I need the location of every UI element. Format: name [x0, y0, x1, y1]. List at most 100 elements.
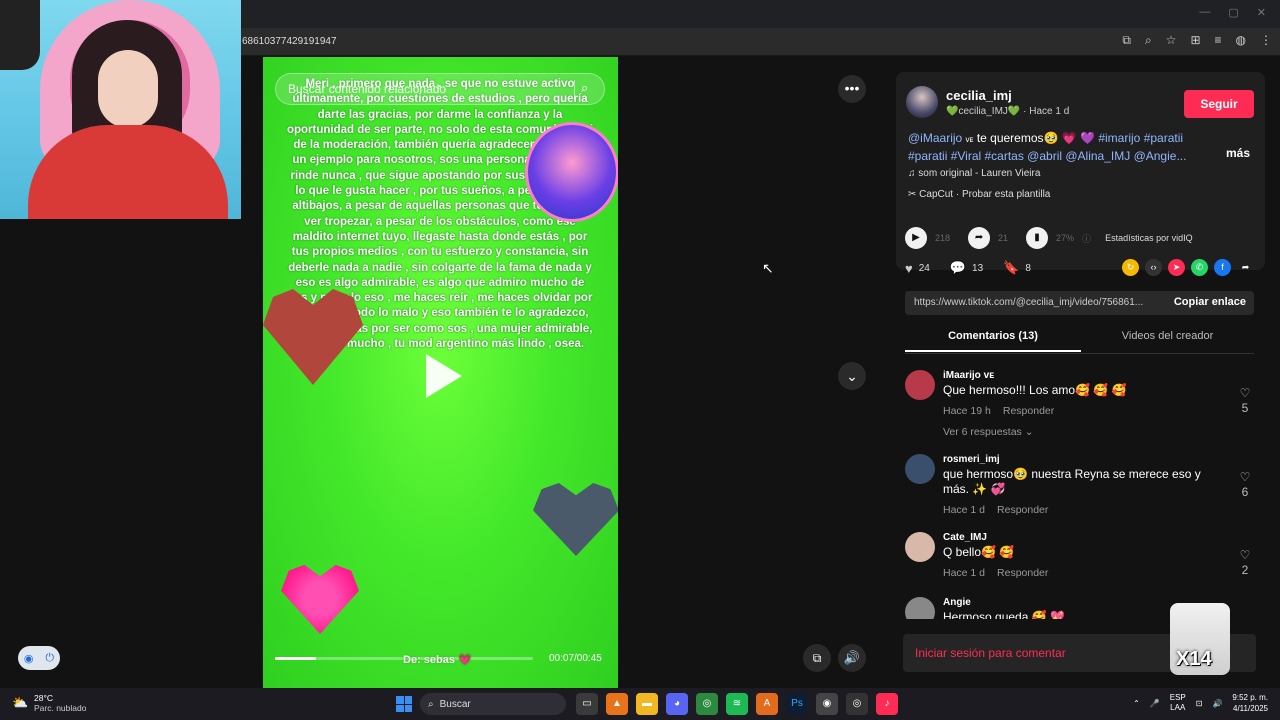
play-icon[interactable] — [426, 354, 462, 398]
reply-button[interactable]: Responder — [997, 567, 1048, 579]
play-count: 218 — [935, 233, 951, 243]
facebook-icon[interactable]: f — [1214, 259, 1231, 276]
tray-chevron-icon[interactable]: ⌃ — [1133, 699, 1140, 708]
comment-meta: Hace 19 h Responder — [943, 405, 1054, 417]
clock-date: 4/11/2025 — [1233, 704, 1268, 713]
app-icon[interactable]: ◉ — [816, 693, 838, 715]
bookmark-icon[interactable]: 🔖 — [1003, 260, 1019, 276]
app-a-icon[interactable]: A — [756, 693, 778, 715]
network-icon[interactable]: ⊡ — [1196, 699, 1203, 708]
like-icon[interactable]: ♥ — [905, 261, 913, 276]
widget-icon: ◉ — [23, 652, 34, 665]
tab-creator-videos[interactable]: Videos del creador — [1081, 330, 1254, 342]
discord-icon[interactable]: ◕ — [666, 693, 688, 715]
sticker-label: X14 — [1176, 648, 1212, 670]
embed-icon[interactable]: ‹› — [1145, 259, 1162, 276]
bookmark-star-icon[interactable]: ☆ — [1166, 33, 1177, 48]
clock[interactable]: 9:52 p. m. 4/11/2025 — [1232, 692, 1268, 714]
comment-like[interactable]: ♡ 6 — [1235, 470, 1255, 500]
extensions-icon[interactable]: ⊞ — [1190, 33, 1200, 48]
comment-like[interactable]: ♡ 2 — [1235, 548, 1255, 578]
spotify-icon[interactable]: ≋ — [726, 693, 748, 715]
comment-avatar[interactable] — [905, 370, 935, 400]
video-player[interactable]: Meri , primero que nada , se que no estu… — [263, 57, 618, 688]
reading-list-icon[interactable]: ≡ — [1215, 33, 1222, 48]
windows-taskbar: ⛅ 28°C Parc. nublado ⌕ Buscar ▭ ▲ ▬ ◕ ◎ … — [0, 688, 1280, 720]
view-replies-button[interactable]: Ver 6 respuestas ⌄ — [943, 426, 1034, 438]
language-code: ESP — [1169, 693, 1186, 702]
zoom-icon[interactable]: ⌕ — [1145, 33, 1152, 48]
reply-button[interactable]: Responder — [997, 504, 1048, 516]
comment-author[interactable]: Angie — [943, 597, 971, 608]
power-icon: ⏻ — [45, 651, 55, 664]
info-icon[interactable]: ⓘ — [1082, 232, 1091, 245]
close-window-button[interactable]: ✕ — [1257, 6, 1266, 22]
mouse-cursor-icon: ↖ — [762, 260, 774, 276]
minimize-button[interactable]: — — [1199, 6, 1210, 22]
share-count-icon: ➦ — [968, 227, 991, 249]
comment-like[interactable]: ♡ 5 — [1235, 386, 1255, 416]
cast-icon[interactable]: ⧉ — [1122, 33, 1131, 48]
comment-avatar[interactable] — [905, 454, 935, 484]
comment-count: 13 — [972, 262, 984, 274]
video-caption: @iMaarijo ᴠᴇ te queremos🥹 💗 💜 #imarijo #… — [908, 130, 1208, 164]
volume-icon[interactable]: 🔊 — [1212, 699, 1222, 708]
creator-avatar[interactable] — [906, 86, 938, 118]
copy-link-button[interactable]: Copiar enlace — [1174, 296, 1246, 308]
clock-time: 9:52 p. m. — [1232, 693, 1268, 702]
microphone-icon[interactable]: 🎤 — [1150, 699, 1160, 708]
video-progress-fill — [275, 657, 317, 660]
language-indicator[interactable]: ESP LAA — [1170, 693, 1186, 713]
send-icon[interactable]: ➤ — [1168, 259, 1185, 276]
panel-tabs: Comentarios (13) Videos del creador — [905, 330, 1254, 354]
search-icon[interactable]: ⌕ — [574, 80, 594, 100]
capcut-link[interactable]: ✂ CapCut · Probar esta plantilla — [908, 189, 1050, 200]
capcut-label: CapCut · Probar esta plantilla — [919, 189, 1051, 200]
creator-name[interactable]: cecilia_imj — [946, 88, 1012, 103]
chrome-icon[interactable]: ◎ — [696, 693, 718, 715]
windows-start-icon[interactable] — [396, 696, 412, 712]
login-to-comment-link[interactable]: Iniciar sesión para comentar — [915, 646, 1066, 660]
more-options-button[interactable]: ••• — [838, 75, 866, 103]
microphone — [0, 0, 40, 70]
follow-button[interactable]: Seguir — [1184, 90, 1254, 118]
streamer-face — [98, 50, 158, 128]
profile-icon[interactable]: ◍ — [1236, 33, 1246, 48]
tiktok-icon[interactable]: ♪ — [876, 693, 898, 715]
whatsapp-icon[interactable]: ✆ — [1191, 259, 1208, 276]
music-link[interactable]: ♫ som original - Lauren Vieira — [908, 168, 1040, 179]
repost-icon[interactable]: ↻ — [1122, 259, 1139, 276]
comment-author[interactable]: iMaarijo ᴠᴇ — [943, 370, 994, 381]
next-video-button[interactable]: ⌄ — [838, 362, 866, 390]
chrome-alt-icon[interactable]: ◎ — [846, 693, 868, 715]
comment-author[interactable]: rosmeri_imj — [943, 454, 1000, 465]
comment-avatar[interactable] — [905, 597, 935, 619]
stats-chart-icon[interactable]: ▮ — [1026, 227, 1049, 249]
video-link[interactable]: https://www.tiktok.com/@cecilia_imj/vide… — [914, 297, 1143, 308]
menu-icon[interactable]: ⋮ — [1260, 33, 1272, 48]
volume-button[interactable]: 🔊 — [838, 644, 866, 672]
share-arrow-icon[interactable]: ➦ — [1237, 259, 1254, 276]
comment-icon[interactable]: 💬 — [950, 260, 966, 276]
comment-avatar[interactable] — [905, 532, 935, 562]
share-count: 21 — [998, 233, 1009, 243]
vlc-icon[interactable]: ▲ — [606, 693, 628, 715]
comment-author[interactable]: Cate_IMJ — [943, 532, 987, 543]
taskbar-search[interactable]: ⌕ Buscar — [420, 693, 566, 715]
reply-button[interactable]: Responder — [1003, 405, 1054, 417]
file-explorer-icon[interactable]: ▬ — [636, 693, 658, 715]
caption-mention[interactable]: @iMaarijo — [908, 131, 962, 145]
maximize-button[interactable]: ▢ — [1228, 6, 1238, 22]
weather-widget[interactable]: ⛅ 28°C Parc. nublado — [12, 693, 86, 713]
picture-in-picture-button[interactable]: ⧉ — [803, 644, 831, 672]
caption-more-link[interactable]: más — [1226, 146, 1250, 160]
widget-toggle[interactable]: ◉ ⏻ — [18, 646, 60, 670]
photoshop-icon[interactable]: Ps — [786, 693, 808, 715]
webcam-overlay — [0, 0, 241, 219]
capcut-icon: ✂ — [908, 189, 917, 200]
related-search-box[interactable]: Buscar contenido relacionado ⌕ — [275, 73, 605, 105]
url-text[interactable]: 68610377429191947 — [242, 36, 337, 47]
video-link-bar: https://www.tiktok.com/@cecilia_imj/vide… — [905, 291, 1254, 315]
tab-comments[interactable]: Comentarios (13) — [905, 330, 1081, 352]
task-view-icon[interactable]: ▭ — [576, 693, 598, 715]
